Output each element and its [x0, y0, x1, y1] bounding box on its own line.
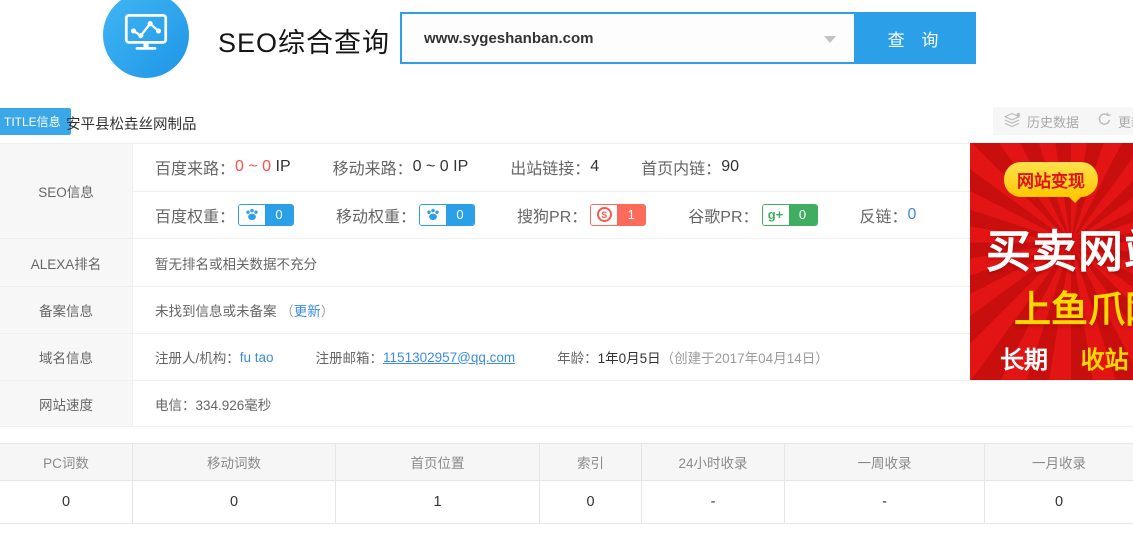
speed-value: 电信：334.926毫秒 [133, 381, 1133, 426]
alexa-row-label: ALEXA排名 [0, 239, 133, 286]
history-data-button[interactable]: 历史数据 [993, 107, 1090, 135]
stats-col-mobile-words: 移动词数 [133, 444, 336, 480]
google-pr: 谷歌PR： g+ 0 [688, 203, 817, 227]
ad-footline: 长期 收站 [1000, 340, 1129, 375]
stats-value-mobile-words: 0 [133, 481, 336, 523]
search-box: 查 询 [400, 12, 976, 64]
google-pr-value: 0 [789, 205, 817, 225]
title-info-badge: TITLE信息 [0, 108, 71, 135]
search-input-wrap [400, 12, 856, 64]
stats-value-24h-collect: - [642, 481, 785, 523]
seo-info-row: SEO信息 百度来路： 0 ~ 0 IP 移动来路： 0 ~ 0 IP [0, 144, 1133, 239]
paw-icon [420, 205, 446, 225]
chevron-down-icon[interactable] [824, 36, 836, 43]
domain-age-value: 1年0月5日 [598, 347, 661, 367]
icp-row-label: 备案信息 [0, 287, 133, 333]
update-label: 更新 [1118, 112, 1133, 131]
layers-icon [1004, 112, 1021, 131]
stats-value-week-collect: - [785, 481, 985, 523]
domain-created-note: （创建于2017年04月14日） [661, 347, 829, 367]
registrant: 注册人/机构： fu tao [155, 347, 274, 367]
domain-age: 年龄： 1年0月5日 （创建于2017年04月14日） [557, 347, 829, 367]
seo-query-page: SEO综合查询 查 询 TITLE信息 安平县松垚丝网制品 历史数据 更新 [0, 0, 1133, 535]
mobile-traffic: 移动来路： 0 ~ 0 IP [333, 155, 469, 179]
mobile-weight-value: 0 [446, 205, 474, 225]
registrant-value[interactable]: fu tao [240, 350, 274, 365]
sogou-pr: 搜狗PR： S 1 [517, 203, 646, 227]
sogou-pr-value: 1 [617, 205, 645, 225]
register-email-link[interactable]: 1151302957@qq.com [383, 350, 515, 365]
seo-info-row-label: SEO信息 [0, 144, 133, 238]
ad-headline: 买卖网站 [986, 215, 1133, 280]
speed-row: 网站速度 电信：334.926毫秒 [0, 381, 1133, 426]
stats-col-week-collect: 一周收录 [785, 444, 985, 480]
stats-value-pc-words: 0 [0, 481, 133, 523]
ad-banner[interactable]: 网站变现 买卖网站 上鱼爪网 长期 收站 [970, 143, 1133, 380]
stats-table: PC词数 移动词数 首页位置 索引 24小时收录 一周收录 一月收录 0 0 1… [0, 443, 1133, 524]
stats-value-index: 0 [540, 481, 642, 523]
stats-header-row: PC词数 移动词数 首页位置 索引 24小时收录 一周收录 一月收录 [0, 444, 1133, 481]
google-plus-icon: g+ [763, 205, 789, 225]
paw-icon [239, 205, 265, 225]
baidu-weight-value: 0 [265, 205, 293, 225]
stats-value-month-collect: 0 [985, 481, 1133, 523]
ad-subheadline: 上鱼爪网 [1014, 279, 1133, 333]
stats-col-month-collect: 一月收录 [985, 444, 1133, 480]
icp-row: 备案信息 未找到信息或未备案 （ 更新 ） [0, 287, 1133, 334]
app-logo [103, 0, 189, 78]
domain-row: 域名信息 注册人/机构： fu tao 注册邮箱： 1151302957@qq.… [0, 334, 1133, 381]
sogou-s-icon: S [591, 205, 617, 225]
site-title: 安平县松垚丝网制品 [66, 113, 197, 134]
outbound-links: 出站链接： 4 [510, 155, 599, 179]
baidu-weight: 百度权重： 0 [155, 203, 294, 227]
home-inlinks-value: 90 [721, 158, 739, 176]
update-button[interactable]: 更新 [1086, 107, 1133, 135]
backlinks: 反链： 0 [860, 203, 917, 227]
backlinks-value[interactable]: 0 [908, 206, 917, 224]
monitor-chart-icon [119, 6, 173, 65]
mobile-weight: 移动权重： 0 [336, 203, 475, 227]
icp-update-link[interactable]: 更新 [294, 300, 321, 320]
stats-col-pc-words: PC词数 [0, 444, 133, 480]
stats-values-row: 0 0 1 0 - - 0 [0, 481, 1133, 523]
stats-col-index: 索引 [540, 444, 642, 480]
alexa-row: ALEXA排名 暂无排名或相关数据不充分 [0, 239, 1133, 287]
baidu-weight-badge[interactable]: 0 [238, 204, 294, 226]
search-input[interactable] [402, 14, 854, 62]
baidu-traffic: 百度来路： 0 ~ 0 IP [155, 155, 291, 179]
page-title: SEO综合查询 [218, 21, 390, 60]
google-pr-badge[interactable]: g+ 0 [762, 204, 818, 226]
stats-col-home-position: 首页位置 [336, 444, 540, 480]
home-inlinks: 首页内链： 90 [641, 155, 739, 179]
outbound-links-value: 4 [590, 158, 599, 176]
sogou-pr-badge[interactable]: S 1 [590, 204, 646, 226]
refresh-icon [1097, 112, 1112, 130]
ad-bubble-text: 网站变现 [1004, 162, 1098, 197]
domain-row-label: 域名信息 [0, 334, 133, 380]
history-data-label: 历史数据 [1027, 112, 1079, 131]
seo-info-table: SEO信息 百度来路： 0 ~ 0 IP 移动来路： 0 ~ 0 IP [0, 143, 1133, 427]
mobile-traffic-value: 0 ~ 0 [413, 158, 449, 176]
stats-col-24h-collect: 24小时收录 [642, 444, 785, 480]
register-email: 注册邮箱： 1151302957@qq.com [316, 347, 516, 367]
icp-value: 未找到信息或未备案 [155, 300, 277, 320]
stats-value-home-position: 1 [336, 481, 540, 523]
query-button[interactable]: 查 询 [856, 12, 976, 64]
baidu-traffic-value: 0 ~ 0 [235, 158, 271, 176]
mobile-weight-badge[interactable]: 0 [419, 204, 475, 226]
speed-row-label: 网站速度 [0, 381, 133, 426]
